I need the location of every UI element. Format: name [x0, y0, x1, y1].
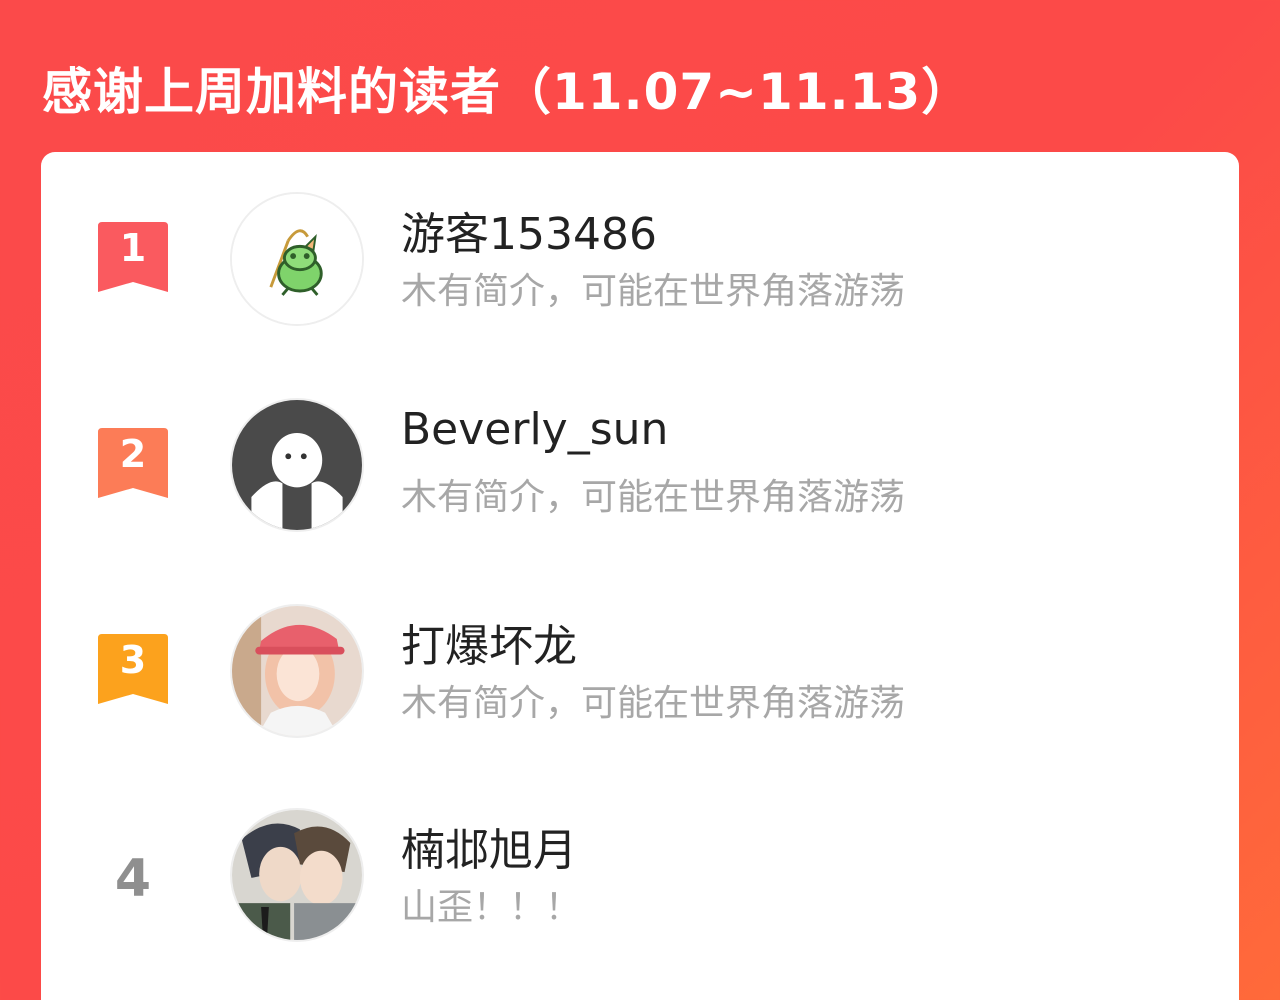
frog-avatar-icon[interactable] — [230, 192, 364, 326]
rank-number: 2 — [119, 432, 147, 476]
reader-name[interactable]: 打爆坏龙 — [401, 610, 577, 674]
reader-list-card: 1 游客153486 木有简介，可能在世界角落游荡 2 Beverly_sun … — [41, 152, 1239, 1000]
rank-badge-2: 2 — [98, 428, 168, 500]
rank-number: 3 — [119, 638, 147, 682]
photo-avatar[interactable] — [230, 604, 364, 738]
comic-avatar[interactable] — [230, 808, 364, 942]
reader-bio: 木有简介，可能在世界角落游荡 — [401, 271, 906, 312]
reader-bio: 木有简介，可能在世界角落游荡 — [401, 683, 906, 724]
default-ghost-avatar-icon[interactable] — [230, 398, 364, 532]
reader-name[interactable]: Beverly_sun — [401, 404, 668, 455]
page-title: 感谢上周加料的读者（11.07~11.13） — [42, 63, 973, 121]
reader-row[interactable]: 2 Beverly_sun 木有简介，可能在世界角落游荡 — [41, 398, 1239, 538]
rank-badge-1: 1 — [98, 222, 168, 294]
rank-number: 4 — [114, 849, 152, 909]
rank-badge-3: 3 — [98, 634, 168, 706]
rank-number: 1 — [119, 226, 147, 270]
reader-row[interactable]: 1 游客153486 木有简介，可能在世界角落游荡 — [41, 192, 1239, 332]
reader-row[interactable]: 3 打爆坏龙 木有简介，可能在世界角落游荡 — [41, 604, 1239, 744]
reader-name[interactable]: 游客153486 — [401, 198, 657, 262]
reader-row[interactable]: 4 楠邶旭月 山歪！！！ — [41, 808, 1239, 948]
reader-name[interactable]: 楠邶旭月 — [401, 814, 577, 878]
reader-bio: 山歪！！！ — [401, 887, 582, 928]
reader-bio: 木有简介，可能在世界角落游荡 — [401, 477, 906, 518]
